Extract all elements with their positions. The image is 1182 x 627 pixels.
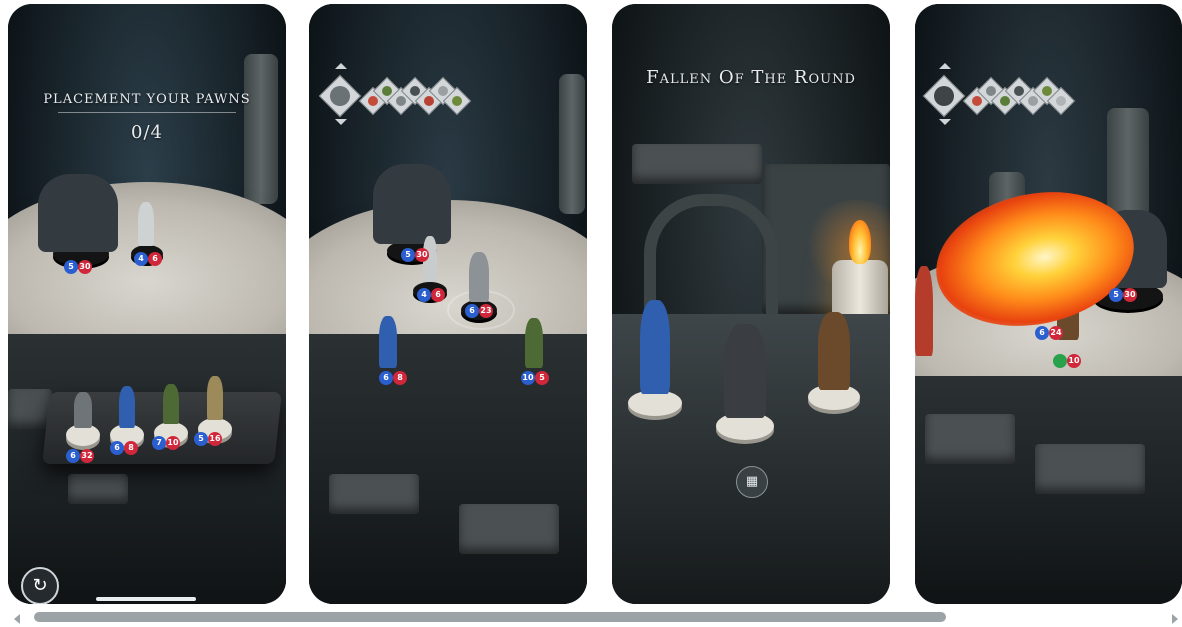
restart-icon: ↻ [32, 575, 48, 596]
mage-figure [915, 266, 933, 356]
defense-badge: 10 [521, 371, 535, 385]
attack-badge: 6 [148, 252, 162, 266]
skeleton-figure [138, 202, 154, 246]
screenshot-1[interactable]: 5 30 4 6 6 32 6 8 7 10 5 16 PLACEMENT YO… [8, 4, 286, 604]
rubble-stone [68, 474, 128, 504]
attack-badge: 32 [80, 449, 94, 463]
knight-figure [724, 324, 766, 418]
turn-order-queue[interactable] [922, 63, 1076, 129]
queue-up-arrow[interactable] [335, 63, 347, 69]
screenshot-2[interactable]: 5 30 4 6 6 23 6 8 10 5 [309, 4, 587, 604]
attack-badge: 30 [415, 248, 429, 262]
placement-title: PLACEMENT YOUR PAWNS [43, 92, 251, 107]
candle-flame [849, 220, 871, 264]
pillar [1107, 108, 1149, 218]
turn-portrait-active[interactable] [922, 74, 966, 118]
queue-up-arrow[interactable] [939, 63, 951, 69]
rubble-stone [8, 389, 52, 429]
attack-badge: 16 [208, 432, 222, 446]
battle-title: Fallen Of The Round [646, 67, 856, 88]
scroll-left-arrow[interactable] [14, 614, 20, 624]
camera-icon: ▦ [745, 474, 759, 489]
attack-badge: 5 [535, 371, 549, 385]
status-badge [1053, 354, 1067, 368]
defense-badge: 6 [465, 304, 479, 318]
attack-badge: 10 [1067, 354, 1081, 368]
rubble [8, 334, 286, 604]
defense-badge: 6 [66, 449, 80, 463]
mage-figure [640, 300, 670, 394]
knight-figure [469, 252, 489, 302]
attack-badge: 23 [479, 304, 493, 318]
defense-badge: 5 [1109, 288, 1123, 302]
defense-badge: 5 [194, 432, 208, 446]
mage-pawn[interactable] [119, 386, 135, 428]
defense-badge: 4 [134, 252, 148, 266]
mage-figure [379, 316, 397, 368]
home-indicator [96, 597, 196, 601]
defense-badge: 6 [1035, 326, 1049, 340]
attack-badge: 8 [393, 371, 407, 385]
defense-badge: 6 [379, 371, 393, 385]
wall-block [632, 144, 762, 184]
knight-pawn[interactable] [74, 392, 92, 428]
rogue-figure [525, 318, 543, 368]
attack-badge: 30 [1123, 288, 1137, 302]
rogue-pawn[interactable] [163, 384, 179, 424]
restart-button[interactable]: ↻ [21, 567, 59, 604]
horizontal-scrollbar-thumb[interactable] [34, 612, 946, 622]
queue-down-arrow[interactable] [939, 119, 951, 125]
scroll-right-arrow[interactable] [1172, 614, 1178, 624]
screenshot-3[interactable]: Fallen Of The Round ▦ [612, 4, 890, 604]
attack-badge: 8 [124, 441, 138, 455]
defense-badge: 5 [64, 260, 78, 274]
turn-order-queue[interactable] [318, 63, 472, 129]
queue-down-arrow[interactable] [335, 119, 347, 125]
camera-view-button[interactable]: ▦ [736, 466, 768, 498]
screenshot-4[interactable]: 5 30 6 24 10 [915, 4, 1182, 604]
title-divider [58, 112, 236, 113]
defense-badge: 5 [401, 248, 415, 262]
rubble-stone [329, 474, 419, 514]
pillar [559, 74, 585, 214]
defense-badge: 7 [152, 436, 166, 450]
attack-badge: 24 [1049, 326, 1063, 340]
golem-figure [373, 164, 451, 244]
defense-badge: 4 [417, 288, 431, 302]
attack-badge: 10 [166, 436, 180, 450]
attack-badge: 30 [78, 260, 92, 274]
defense-badge: 6 [110, 441, 124, 455]
placement-counter: 0/4 [131, 122, 163, 143]
rubble-stone [1035, 444, 1145, 494]
rubble-stone [925, 414, 1015, 464]
archer-pawn[interactable] [207, 376, 223, 420]
golem-figure [38, 174, 118, 252]
turn-portrait-active[interactable] [318, 74, 362, 118]
rubble-stone [459, 504, 559, 554]
rogue-figure [818, 312, 850, 390]
game-scene [612, 4, 890, 604]
attack-badge: 6 [431, 288, 445, 302]
horizontal-scrollbar-track[interactable] [24, 612, 1168, 622]
